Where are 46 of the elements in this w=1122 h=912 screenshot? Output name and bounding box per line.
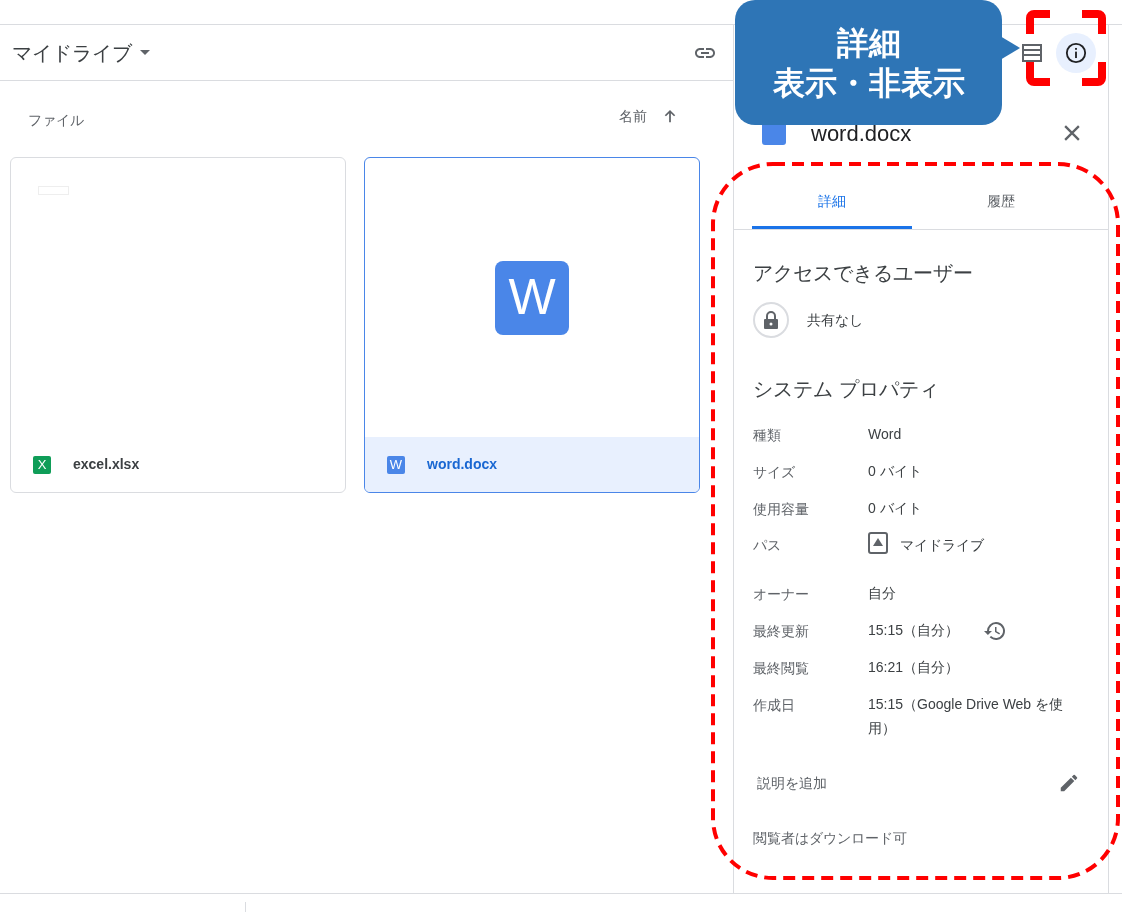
property-value[interactable]: マイドライブ bbox=[900, 535, 984, 556]
file-card[interactable]: X excel.xlsx bbox=[10, 157, 346, 493]
info-button[interactable] bbox=[1056, 33, 1096, 73]
sharing-status: 共有なし bbox=[807, 310, 863, 330]
property-value: 15:15（自分） bbox=[868, 621, 960, 640]
description-field[interactable]: 説明を追加 bbox=[757, 772, 1058, 794]
sort-label[interactable]: 名前 bbox=[619, 105, 647, 127]
pencil-icon[interactable] bbox=[1058, 772, 1080, 794]
section-heading: システム プロパティ bbox=[753, 377, 940, 402]
file-preview-icon: W bbox=[495, 260, 569, 335]
panel-title: word.docx bbox=[811, 119, 912, 148]
download-note: 閲覧者はダウンロード可 bbox=[753, 829, 908, 848]
folder-title[interactable]: マイドライブ bbox=[12, 37, 132, 68]
property-value: 16:21（自分） bbox=[868, 658, 960, 677]
lock-icon bbox=[753, 302, 789, 338]
property-label: 作成日 bbox=[753, 696, 796, 715]
list-view-icon[interactable] bbox=[1022, 44, 1042, 62]
file-name: word.docx bbox=[427, 455, 497, 474]
property-label: 使用容量 bbox=[753, 500, 810, 519]
callout-text: 表示・非表示 bbox=[772, 63, 965, 103]
callout-text: 詳細 bbox=[836, 23, 901, 63]
property-value: 自分 bbox=[868, 584, 896, 603]
property-label: パス bbox=[753, 536, 782, 555]
drive-icon[interactable] bbox=[868, 532, 888, 554]
section-heading: アクセスできるユーザー bbox=[753, 261, 974, 286]
tab[interactable]: 履歴 bbox=[912, 177, 1090, 229]
file-type-icon: X bbox=[33, 455, 51, 474]
property-label: 最終更新 bbox=[753, 622, 810, 641]
file-type-icon: W bbox=[387, 455, 405, 474]
property-value: 0 バイト bbox=[868, 499, 922, 518]
property-label: オーナー bbox=[753, 585, 810, 604]
property-value: 15:15（Google Drive Web を使用） bbox=[868, 695, 1065, 738]
info-icon bbox=[1065, 42, 1087, 64]
property-label: 種類 bbox=[753, 426, 782, 445]
file-card[interactable]: W W word.docx bbox=[364, 157, 700, 493]
property-value: 0 バイト bbox=[868, 462, 922, 481]
caret-icon[interactable] bbox=[140, 50, 150, 55]
file-name: excel.xlsx bbox=[73, 455, 140, 474]
arrow-up-icon[interactable] bbox=[663, 109, 677, 123]
property-label: 最終閲覧 bbox=[753, 659, 810, 678]
property-label: サイズ bbox=[753, 463, 796, 482]
property-value: Word bbox=[868, 425, 902, 444]
tab[interactable]: 詳細 bbox=[752, 177, 912, 229]
section-label: ファイル bbox=[28, 110, 84, 130]
history-icon[interactable] bbox=[983, 619, 1008, 643]
close-icon[interactable] bbox=[1064, 125, 1080, 141]
